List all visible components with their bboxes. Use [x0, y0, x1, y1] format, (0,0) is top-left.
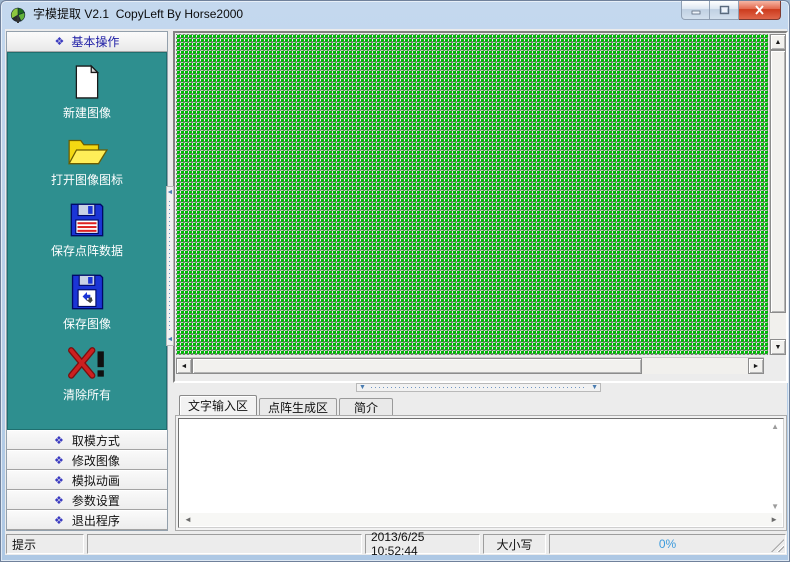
sidebar-header-basic-operations[interactable]: ❖ 基本操作 [7, 32, 167, 52]
editor-scroll-up-icon[interactable]: ▲ [771, 422, 779, 431]
tab-matrix-output-area[interactable]: 点阵生成区 [259, 398, 337, 415]
vertical-splitter[interactable]: ◄ ◄ [166, 186, 174, 346]
status-progress-value: 0% [658, 537, 677, 551]
tab-label: 点阵生成区 [267, 400, 328, 415]
horizontal-scroll-thumb[interactable] [192, 358, 642, 374]
tab-pane: ▲ ▼ ◄ ► [175, 415, 787, 531]
diamond-icon: ❖ [54, 494, 64, 507]
status-datetime-panel: 2013/6/25 10:52:44 [365, 530, 480, 558]
resize-grip[interactable] [771, 539, 784, 552]
tool-open-image[interactable]: 打开图像图标 [51, 134, 123, 188]
collapse-down-icon[interactable]: ▼ [357, 384, 368, 391]
save-matrix-icon [70, 203, 104, 237]
status-message-panel [87, 534, 362, 554]
minimize-icon [691, 10, 700, 14]
status-bar: 提示 2013/6/25 10:52:44 大小写 0% [5, 530, 787, 558]
image-canvas-container: ▲ ▼ ◄ ► [173, 31, 788, 383]
tool-label: 打开图像图标 [50, 173, 123, 187]
maximize-icon [719, 5, 729, 15]
scroll-down-button[interactable]: ▼ [770, 339, 786, 355]
maximize-button[interactable] [710, 1, 739, 20]
close-icon [755, 5, 764, 15]
horizontal-scrollbar[interactable]: ◄ ► [176, 357, 764, 374]
nav-label: 修改图像 [71, 453, 120, 468]
editor-horizontal-scrollbar[interactable]: ◄ ► [180, 513, 782, 526]
sidebar-item-exit-program[interactable]: ❖ 退出程序 [7, 510, 167, 530]
sidebar-nav: ❖ 取模方式 ❖ 修改图像 ❖ 模拟动画 ❖ 参数设置 ❖ 退出程序 [7, 430, 167, 530]
diamond-icon: ❖ [54, 514, 64, 527]
tab-text-input-area[interactable]: 文字输入区 [179, 395, 257, 415]
nav-label: 取模方式 [71, 433, 120, 448]
sidebar-header-label: 基本操作 [71, 35, 120, 49]
app-icon [10, 7, 26, 23]
clear-all-icon [68, 347, 104, 379]
arrow-right-icon: ► [752, 362, 760, 370]
bottom-tabstrip: 文字输入区 点阵生成区 简介 [175, 395, 787, 415]
scroll-left-button[interactable]: ◄ [176, 358, 192, 374]
editor-scroll-right-icon[interactable]: ► [770, 515, 778, 524]
arrow-down-icon: ▼ [774, 343, 782, 351]
vertical-scrollbar[interactable]: ▲ ▼ [769, 34, 786, 355]
status-case-label: 大小写 [496, 537, 533, 552]
nav-label: 参数设置 [71, 493, 120, 508]
nav-label: 退出程序 [71, 513, 120, 528]
status-datetime: 2013/6/25 10:52:44 [371, 530, 425, 558]
diamond-icon: ❖ [54, 454, 64, 467]
tool-label: 新建图像 [62, 106, 111, 120]
diamond-icon: ❖ [54, 474, 64, 487]
vertical-scroll-thumb[interactable] [770, 50, 786, 313]
sidebar: ❖ 基本操作 新建图像 打开图像图标 保存点阵数据 保存图像 清除所有 ❖ 取模… [6, 31, 168, 531]
text-input-box: ▲ ▼ ◄ ► [178, 418, 784, 528]
collapse-left-icon[interactable]: ◄ [167, 187, 174, 198]
arrow-left-icon: ◄ [180, 362, 188, 370]
diamond-icon: ❖ [54, 36, 65, 48]
title-bar[interactable]: 字模提取 V2.1 CopyLeft By Horse2000 [1, 1, 789, 29]
sidebar-item-modify-image[interactable]: ❖ 修改图像 [7, 450, 167, 470]
app-window: 字模提取 V2.1 CopyLeft By Horse2000 ❖ 基本操作 新… [0, 0, 790, 562]
splitter-dots [370, 386, 587, 389]
nav-label: 模拟动画 [71, 473, 120, 488]
splitter-dots [169, 201, 171, 331]
tool-save-matrix[interactable]: 保存点阵数据 [51, 201, 123, 259]
scroll-up-button[interactable]: ▲ [770, 34, 786, 50]
diamond-icon: ❖ [54, 434, 64, 447]
tool-label: 清除所有 [62, 388, 111, 402]
editor-scroll-left-icon[interactable]: ◄ [184, 515, 192, 524]
status-hint-label: 提示 [12, 537, 37, 552]
tool-label: 保存图像 [62, 317, 111, 331]
arrow-up-icon: ▲ [774, 38, 782, 46]
tool-label: 保存点阵数据 [50, 244, 123, 258]
collapse-down-icon[interactable]: ▼ [589, 384, 600, 391]
new-image-icon [75, 64, 100, 99]
tab-label: 文字输入区 [187, 399, 248, 413]
dot-matrix-canvas[interactable] [176, 34, 768, 355]
editor-scroll-down-icon[interactable]: ▼ [771, 502, 779, 511]
open-image-icon [68, 139, 108, 165]
sidebar-tool-panel: 新建图像 打开图像图标 保存点阵数据 保存图像 清除所有 [7, 52, 167, 430]
close-button[interactable] [739, 1, 781, 20]
scroll-right-button[interactable]: ► [748, 358, 764, 374]
minimize-button[interactable] [681, 1, 710, 20]
horizontal-splitter[interactable]: ▼ ▼ [356, 383, 601, 392]
window-title: 字模提取 V2.1 CopyLeft By Horse2000 [33, 7, 244, 21]
tool-save-image[interactable]: 保存图像 [63, 272, 111, 332]
tab-label: 简介 [353, 400, 378, 415]
tool-new-image[interactable]: 新建图像 [63, 63, 111, 121]
collapse-left-icon[interactable]: ◄ [167, 334, 174, 345]
sidebar-item-mode-method[interactable]: ❖ 取模方式 [7, 430, 167, 450]
status-progress-panel: 0% [549, 534, 786, 554]
sidebar-item-parameter-settings[interactable]: ❖ 参数设置 [7, 490, 167, 510]
save-image-icon [71, 274, 104, 310]
client-area: ❖ 基本操作 新建图像 打开图像图标 保存点阵数据 保存图像 清除所有 ❖ 取模… [5, 29, 788, 558]
text-input-field[interactable] [181, 421, 767, 511]
tool-clear-all[interactable]: 清除所有 [63, 345, 111, 403]
status-hint-panel: 提示 [6, 534, 84, 554]
tab-introduction[interactable]: 简介 [339, 398, 393, 415]
sidebar-item-simulate-animation[interactable]: ❖ 模拟动画 [7, 470, 167, 490]
status-case-panel: 大小写 [483, 534, 546, 554]
